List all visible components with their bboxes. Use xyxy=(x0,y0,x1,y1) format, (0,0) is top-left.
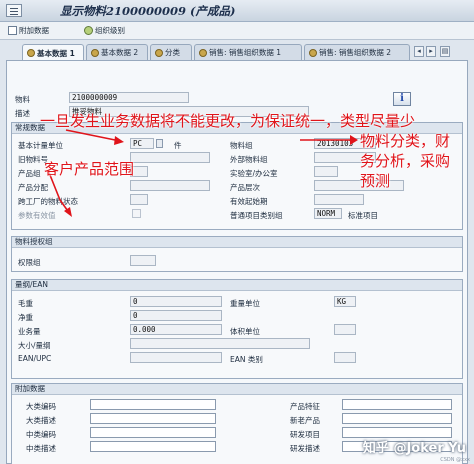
category-desc-label: 大类描述 xyxy=(26,416,56,425)
subcategory-desc-label: 中类描述 xyxy=(26,444,56,453)
gross-weight-field[interactable]: 0 xyxy=(130,296,222,307)
ean-category-field[interactable] xyxy=(334,352,356,363)
base-uom-search-icon[interactable] xyxy=(156,139,163,148)
subcategory-code-label: 中类编码 xyxy=(26,430,56,439)
tab-basic-data-1[interactable]: 基本数据 1 xyxy=(22,44,84,61)
volume-label: 业务量 xyxy=(18,327,41,336)
ean-category-label: EAN 类别 xyxy=(230,355,263,364)
annotation-classification-1: 物料分类，财 xyxy=(360,132,451,150)
authorization-group-label: 权限组 xyxy=(18,258,41,267)
tab-basic-data-2[interactable]: 基本数据 2 xyxy=(86,44,148,60)
volume-unit-field[interactable] xyxy=(334,324,356,335)
material-group-label: 物料组 xyxy=(230,141,253,150)
external-material-group-label: 外部物料组 xyxy=(230,155,268,164)
new-old-product-label: 新老产品 xyxy=(290,416,320,425)
dimensions-ean-group: 量纲/EAN 毛重 0 净重 0 业务量 0.000 大小/量纲 EAN/UPC… xyxy=(11,279,463,379)
tab-classification[interactable]: 分类 xyxy=(150,44,192,60)
lab-office-label: 实验室/办公室 xyxy=(230,169,278,178)
additional-data-title: 附加数据 xyxy=(12,384,462,395)
product-hierarchy-label: 产品层次 xyxy=(230,183,260,192)
authorization-group: 物料授权组 权限组 xyxy=(11,236,463,272)
net-weight-field[interactable]: 0 xyxy=(130,310,222,321)
org-levels-icon xyxy=(84,26,93,35)
tab-strip: 基本数据 1 基本数据 2 分类 销售: 销售组织数据 1 销售: 销售组织数据… xyxy=(0,44,474,61)
tab-status-icon xyxy=(27,49,35,57)
gross-weight-label: 毛重 xyxy=(18,299,33,308)
ean-upc-field[interactable] xyxy=(130,352,222,363)
category-desc-field[interactable] xyxy=(90,413,216,424)
category-code-label: 大类编码 xyxy=(26,402,56,411)
weight-unit-label: 重量单位 xyxy=(230,299,260,308)
window-title: 显示物料2100000009 (产成品) xyxy=(60,4,236,18)
material-field[interactable]: 2100000009 xyxy=(69,92,189,103)
product-feature-label: 产品特征 xyxy=(290,402,320,411)
csdn-watermark: CSDN @xxx xyxy=(440,457,470,463)
tab-sales-org-data-2[interactable]: 销售: 销售组织数据 2 xyxy=(304,44,410,60)
cross-plant-status-label: 跨工厂的物料状态 xyxy=(18,197,78,206)
system-menu-button[interactable] xyxy=(6,4,22,17)
annotation-classification-2: 务分析，采购 xyxy=(360,152,451,170)
tab-status-icon xyxy=(199,48,207,57)
additional-data-icon xyxy=(8,26,17,35)
title-bar: 显示物料2100000009 (产成品) xyxy=(0,0,474,22)
watermark: 知乎 @Joker Yu xyxy=(362,441,466,456)
volume-unit-label: 体积单位 xyxy=(230,327,260,336)
description-label: 描述 xyxy=(15,109,30,118)
base-uom-label: 基本计量单位 xyxy=(18,141,63,150)
application-toolbar: 附加数据 组织级别 xyxy=(0,22,474,40)
tab-status-icon xyxy=(309,48,317,57)
valid-from-field[interactable] xyxy=(314,194,364,205)
weight-unit-field[interactable]: KG xyxy=(334,296,356,307)
authorization-group-field[interactable] xyxy=(130,255,156,266)
ean-upc-label: EAN/UPC xyxy=(18,354,52,363)
volume-field[interactable]: 0.000 xyxy=(130,324,222,335)
dimensions-ean-title: 量纲/EAN xyxy=(12,280,462,291)
product-allocation-field[interactable] xyxy=(130,180,210,191)
annotation-customer-product-range: 客户产品范围 xyxy=(44,160,135,178)
subcategory-desc-field[interactable] xyxy=(90,441,216,452)
item-category-group-text: 标准项目 xyxy=(348,211,378,220)
material-label: 物料 xyxy=(15,95,30,104)
valid-from-label: 有效起始期 xyxy=(230,197,268,206)
tab-sales-org-data-1[interactable]: 销售: 销售组织数据 1 xyxy=(194,44,302,60)
base-uom-text: 件 xyxy=(174,141,182,150)
tab-list-icon[interactable]: ▤ xyxy=(440,46,450,57)
product-feature-field[interactable] xyxy=(342,399,452,410)
tab-status-icon xyxy=(91,48,99,57)
base-uom-field[interactable]: PC xyxy=(130,138,154,149)
tab-scroll-right-icon[interactable]: ▸ xyxy=(426,46,436,57)
rd-project-label: 研发项目 xyxy=(290,430,320,439)
product-hierarchy-field[interactable] xyxy=(314,180,404,191)
cross-plant-status-field[interactable] xyxy=(130,194,148,205)
size-dimensions-field[interactable] xyxy=(130,338,310,349)
annotation-classification-3: 预测 xyxy=(360,172,391,190)
tab-scroll-left-icon[interactable]: ◂ xyxy=(414,46,424,57)
division-label: 产品组 xyxy=(18,169,41,178)
rd-desc-label: 研发描述 xyxy=(290,444,320,453)
additional-data-button[interactable]: 附加数据 xyxy=(8,24,49,37)
lab-office-field[interactable] xyxy=(314,166,338,177)
annotation-unchangeable: 一旦发生业务数据将不能更改，为保证统一，类型尽量少 xyxy=(40,112,416,130)
authorization-group-title: 物料授权组 xyxy=(12,237,462,248)
tab-status-icon xyxy=(155,48,163,57)
parameter-effectivity-checkbox[interactable] xyxy=(132,209,141,218)
old-material-field[interactable] xyxy=(130,152,210,163)
parameter-effectivity-label: 参数有效值 xyxy=(18,211,56,220)
category-code-field[interactable] xyxy=(90,399,216,410)
item-category-group-field[interactable]: NORM xyxy=(314,208,342,219)
org-levels-button[interactable]: 组织级别 xyxy=(84,24,125,37)
item-category-group-label: 普通项目类别组 xyxy=(230,211,283,220)
new-old-product-field[interactable] xyxy=(342,413,452,424)
org-levels-label: 组织级别 xyxy=(95,26,125,35)
net-weight-label: 净重 xyxy=(18,313,33,322)
info-icon[interactable]: i xyxy=(393,92,411,106)
size-dimensions-label: 大小/量纲 xyxy=(18,341,51,350)
additional-data-label: 附加数据 xyxy=(19,26,49,35)
product-allocation-label: 产品分配 xyxy=(18,183,48,192)
subcategory-code-field[interactable] xyxy=(90,427,216,438)
